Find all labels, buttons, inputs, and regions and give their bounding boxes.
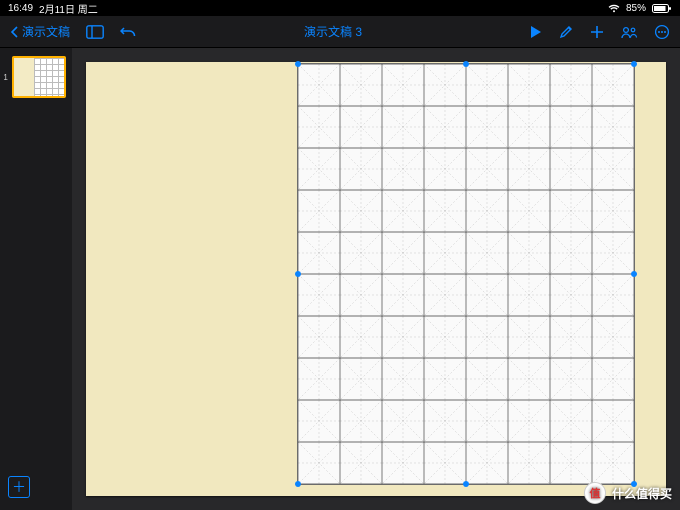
play-button[interactable] <box>530 25 542 39</box>
grid-object[interactable] <box>298 64 634 484</box>
sidebar-toggle-button[interactable] <box>86 25 104 39</box>
resize-handle-e[interactable] <box>631 271 637 277</box>
add-button[interactable] <box>590 25 604 39</box>
slide[interactable] <box>86 62 666 496</box>
resize-handle-n[interactable] <box>463 61 469 67</box>
status-time: 16:49 <box>8 3 33 14</box>
document-title[interactable]: 演示文稿 3 <box>304 25 362 39</box>
resize-handle-nw[interactable] <box>295 61 301 67</box>
watermark-text: 什么值得买 <box>612 485 672 502</box>
format-brush-button[interactable] <box>558 24 574 40</box>
back-label: 演示文稿 <box>22 23 70 40</box>
collaborate-button[interactable] <box>620 25 638 39</box>
resize-handle-s[interactable] <box>463 481 469 487</box>
resize-handle-w[interactable] <box>295 271 301 277</box>
status-date: 2月11日 周二 <box>39 1 98 16</box>
resize-handle-sw[interactable] <box>295 481 301 487</box>
add-slide-button[interactable]: ＋ <box>8 476 30 498</box>
slide-thumbnail[interactable]: 1 <box>0 54 72 100</box>
more-button[interactable] <box>654 24 670 40</box>
undo-button[interactable] <box>120 25 136 39</box>
battery-pct: 85% <box>626 3 646 14</box>
calligraphy-grid <box>298 64 634 484</box>
status-bar: 16:49 2月11日 周二 85% <box>0 0 680 16</box>
wifi-icon <box>608 4 620 13</box>
battery-icon <box>652 4 672 13</box>
workspace: 1 ＋ <box>0 48 680 510</box>
slide-index: 1 <box>2 73 8 82</box>
watermark-badge: 值 <box>584 482 606 504</box>
slide-canvas[interactable] <box>72 48 680 510</box>
watermark: 值 什么值得买 <box>584 482 672 504</box>
app-toolbar: 演示文稿 演示文稿 3 <box>0 16 680 48</box>
slide-navigator: 1 ＋ <box>0 48 72 510</box>
resize-handle-ne[interactable] <box>631 61 637 67</box>
back-button[interactable]: 演示文稿 <box>10 23 70 40</box>
slide-thumbnail-preview <box>12 56 66 98</box>
